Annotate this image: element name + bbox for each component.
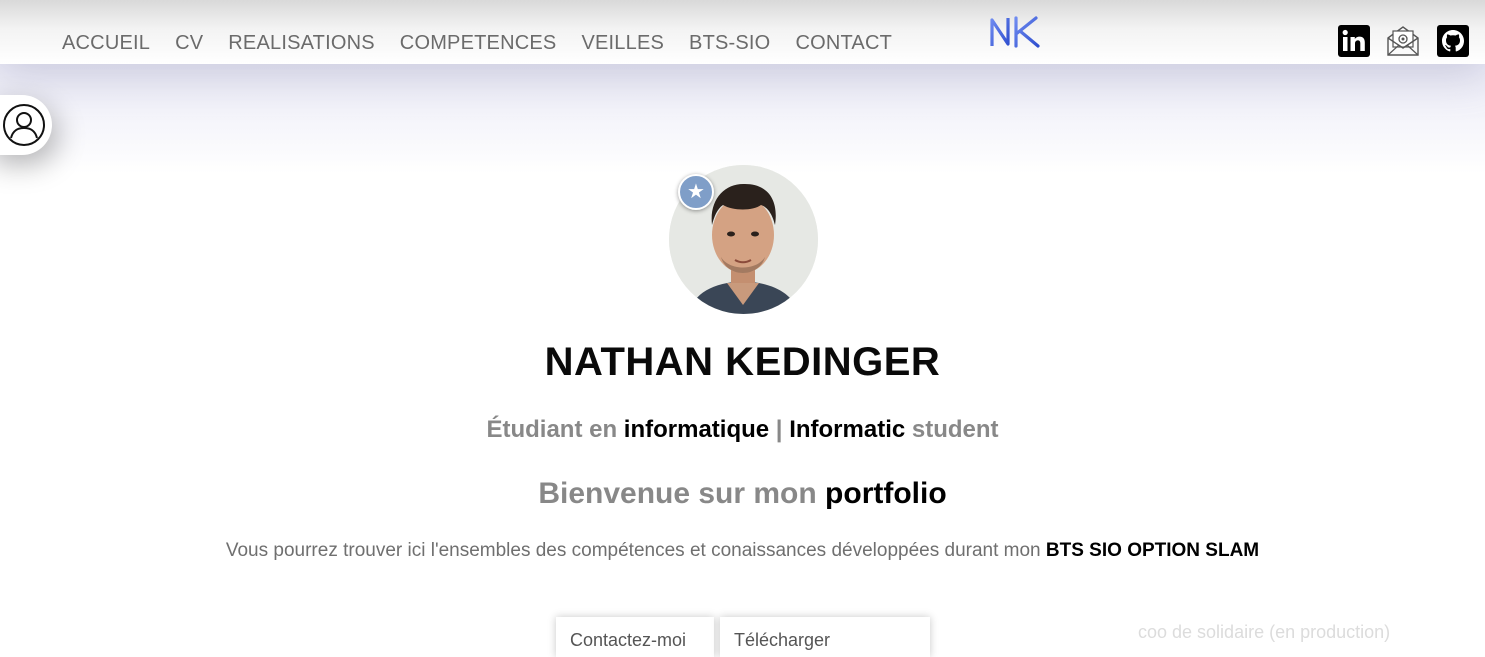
background-project-text: coo de solidaire (en production) xyxy=(1138,622,1391,642)
contact-button[interactable]: Contactez-moi xyxy=(556,617,714,657)
user-icon xyxy=(3,104,45,146)
linkedin-icon[interactable] xyxy=(1338,25,1370,57)
profile-tab-button[interactable] xyxy=(0,95,52,155)
nav-item-veilles[interactable]: VEILLES xyxy=(581,32,664,55)
nav-item-accueil[interactable]: ACCUEIL xyxy=(62,32,150,55)
top-navbar: ACCUEIL CV REALISATIONS COMPETENCES VEIL… xyxy=(0,0,1485,64)
download-button-label: Télécharger xyxy=(734,630,831,650)
page-title: NATHAN KEDINGER xyxy=(544,340,941,384)
mail-icon[interactable] xyxy=(1386,25,1419,57)
intro-highlight: BTS SIO OPTION SLAM xyxy=(1045,540,1260,561)
subtitle-highlight-en: Informatic xyxy=(789,416,906,443)
nav-item-cv[interactable]: CV xyxy=(175,32,203,55)
welcome-text: Bienvenue sur mon xyxy=(538,477,826,510)
download-button[interactable]: Télécharger xyxy=(720,617,930,657)
subtitle-highlight: informatique xyxy=(623,416,770,443)
nav-item-competences[interactable]: COMPETENCES xyxy=(400,32,557,55)
welcome-highlight: portfolio xyxy=(825,477,947,510)
star-badge-icon: ★ xyxy=(678,174,714,210)
github-icon[interactable] xyxy=(1437,25,1469,57)
hero-subtitle: Étudiant en informatique | Informatic st… xyxy=(0,416,1485,444)
site-logo[interactable] xyxy=(988,14,1042,50)
intro-text: Vous pourrez trouver ici l'ensembles des… xyxy=(225,540,1046,561)
contact-button-label: Contactez-moi xyxy=(570,630,687,650)
main-nav: ACCUEIL CV REALISATIONS COMPETENCES VEIL… xyxy=(62,32,917,55)
subtitle-text-en: student xyxy=(905,416,999,443)
nav-item-realisations[interactable]: REALISATIONS xyxy=(228,32,375,55)
subtitle-separator: | xyxy=(769,416,790,443)
nav-item-contact[interactable]: CONTACT xyxy=(795,32,892,55)
nav-item-bts-sio[interactable]: BTS-SIO xyxy=(689,32,770,55)
subtitle-text: Étudiant en xyxy=(486,416,624,443)
welcome-heading: Bienvenue sur mon portfolio xyxy=(0,477,1485,511)
intro-paragraph: Vous pourrez trouver ici l'ensembles des… xyxy=(0,540,1485,562)
header-glow xyxy=(0,64,1485,174)
